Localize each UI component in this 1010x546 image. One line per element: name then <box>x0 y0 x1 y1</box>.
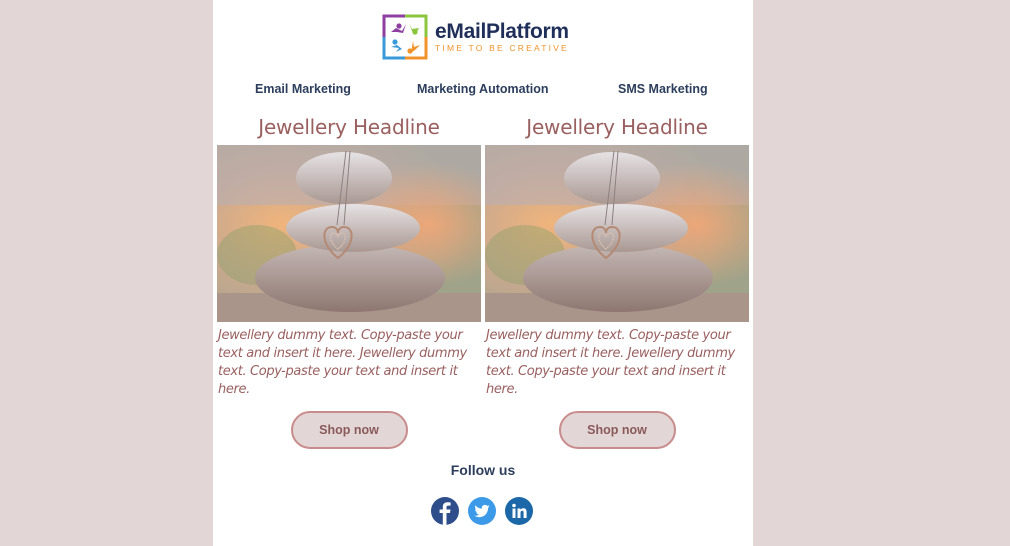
brand-name: eMailPlatform <box>435 20 569 43</box>
brand-logo[interactable]: eMailPlatform TIME TO BE CREATIVE <box>382 14 569 60</box>
twitter-icon <box>468 497 496 525</box>
product-headline: Jewellery Headline <box>258 115 440 139</box>
product-image[interactable] <box>217 145 481 322</box>
shop-now-button[interactable]: Shop now <box>558 411 676 449</box>
product-description: Jewellery dummy text. Copy-paste your te… <box>218 328 467 397</box>
top-navigation: Email Marketing Marketing Automation SMS… <box>213 82 753 98</box>
product-description: Jewellery dummy text. Copy-paste your te… <box>486 328 735 397</box>
nav-email-marketing[interactable]: Email Marketing <box>255 82 351 96</box>
twitter-link[interactable] <box>468 497 496 525</box>
nav-marketing-automation[interactable]: Marketing Automation <box>417 82 548 96</box>
product-headline: Jewellery Headline <box>526 115 708 139</box>
nav-sms-marketing[interactable]: SMS Marketing <box>618 82 708 96</box>
people-circle-logo-icon <box>382 14 428 60</box>
social-links <box>431 497 533 525</box>
linkedin-icon <box>505 497 533 525</box>
shop-now-button[interactable]: Shop now <box>290 411 408 449</box>
follow-us-label: Follow us <box>450 462 516 478</box>
product-card: Jewellery Headline Jewellery dummy text.… <box>485 112 749 449</box>
linkedin-link[interactable] <box>505 497 533 525</box>
facebook-link[interactable] <box>431 497 459 525</box>
product-card: Jewellery Headline Jewellery dummy text.… <box>217 112 481 449</box>
brand-tagline: TIME TO BE CREATIVE <box>435 43 569 53</box>
product-image[interactable] <box>485 145 749 322</box>
facebook-icon <box>431 497 459 525</box>
email-body: eMailPlatform TIME TO BE CREATIVE Email … <box>213 0 753 546</box>
